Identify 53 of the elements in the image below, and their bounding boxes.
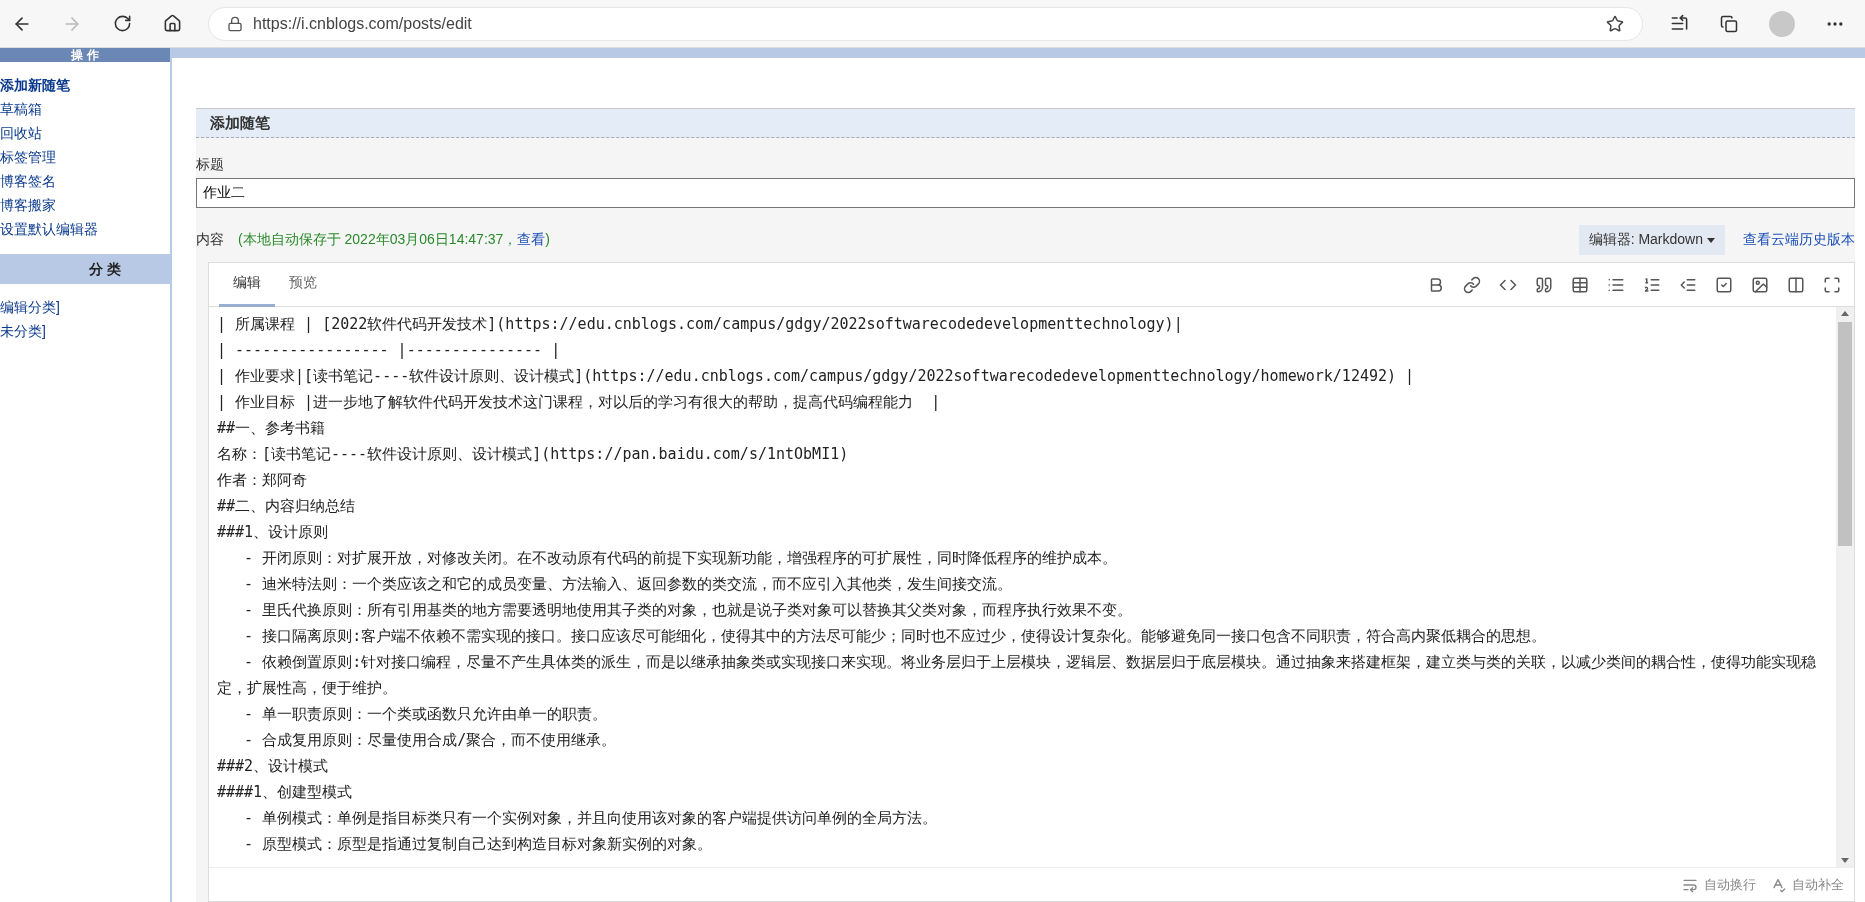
url-text: https://i.cnblogs.com/posts/edit (253, 14, 473, 33)
editor-line: ###1、设计原则 (217, 522, 330, 543)
content-label: 内容 (196, 231, 224, 249)
editor-line: | 作业要求|[读书笔记----软件设计原则、设计模式](https://edu.cnblogs.com/campus/gdgy/2022softwarecodedevelopmenttechnology/homework/12492) | (217, 366, 1416, 387)
editor-line: - 依赖倒置原则:针对接口编程，尽量不产生具体类的派生，而是以继承抽象类或实现接口来实现。将业务层归于上层模块，逻辑层、数据层归于底层模块。通过抽象来搭建框架，建立类与类的关联，以减少类间的耦合性，使得功能实现稳定，扩展性高，便于维护。 (217, 652, 1818, 699)
editor-line: ##一、参考书籍 (217, 418, 327, 439)
editor-line: - 合成复用原则：尽量使用合成/聚合，而不使用继承。 (243, 730, 618, 751)
editor-line: ###2、设计模式 (217, 756, 330, 777)
sidebar-link[interactable]: 标签管理 (0, 146, 170, 168)
editor-line: - 里氏代换原则：所有引用基类的地方需要透明地使用其子类的对象，也就是说子类对象可以替换其父类对象，而程序执行效果不变。 (243, 600, 1134, 621)
sidebar-link[interactable]: 回收站 (0, 122, 170, 144)
sidebar-link[interactable]: 博客签名 (0, 170, 170, 192)
title-label: 标题 (196, 155, 225, 174)
editor-line: | ----------------- |--------------- | (217, 340, 562, 361)
editor-line: - 原型模式：原型是指通过复制自己达到构造目标对象新实例的对象。 (243, 834, 714, 855)
category-link[interactable]: 未分类] (0, 320, 170, 342)
scrollbar[interactable] (1836, 307, 1854, 867)
editor-line: 名称：[读书笔记----软件设计原则、设计模式](https://pan.baidu.com/s/1ntObMI1) (217, 444, 850, 465)
editor-tab[interactable]: 编辑 (219, 262, 275, 307)
refresh-icon[interactable] (112, 14, 132, 33)
add-favorite-icon[interactable] (1606, 14, 1624, 33)
sidebar-link[interactable]: 添加新随笔 (0, 74, 170, 96)
title-field[interactable]: 作业二 (196, 178, 1855, 208)
sidebar-header: 操 作 (0, 48, 170, 62)
autocomplete-icon (1770, 876, 1786, 893)
view-link[interactable]: 查看 (517, 231, 546, 247)
favorites-icon[interactable] (1669, 14, 1689, 33)
lock-icon (227, 15, 243, 32)
category-link[interactable]: 编辑分类] (0, 296, 170, 318)
editor-line: ##二、内容归纳总结 (217, 496, 357, 517)
status-toggle[interactable]: 自动补全 (1770, 875, 1844, 894)
editor-line: 作者：郑阿奇 (217, 470, 308, 491)
section-heading: 添加随笔 (196, 108, 1855, 138)
editor-line: - 单一职责原则：一个类或函数只允许由单一的职责。 (243, 704, 609, 725)
editor-line: - 单例模式：单例是指目标类只有一个实例对象，并且向使用该对象的客户端提供访问单例的全局方法。 (243, 808, 939, 829)
sidebar-link[interactable]: 草稿箱 (0, 98, 170, 120)
category-header: 分 类 (0, 254, 170, 284)
history-link[interactable]: 查看云端历史版本 (1743, 231, 1855, 249)
editor-line: ####1、创建型模式 (217, 782, 354, 803)
collections-icon[interactable] (1720, 14, 1738, 33)
address-bar[interactable]: https://i.cnblogs.com/posts/edit (208, 6, 1643, 41)
autosave-note: (本地自动保存于 2022年03月06日14:47:37，查看) (237, 231, 551, 249)
status-toggle[interactable]: 自动换行 (1682, 875, 1756, 894)
editor-line: - 迪米特法则：一个类应该之和它的成员变量、方法输入、返回参数的类交流，而不应引入其他类，发生间接交流。 (243, 574, 1014, 595)
editor-line: - 接口隔离原则:客户端不依赖不需实现的接口。接口应该尽可能细化，使得其中的方法尽可能少；同时也不应过少，使得设计复杂化。能够避免同一接口包含不同职责，符合高内聚低耦合的思想。 (243, 626, 1548, 647)
editor-line: | 所属课程 | [2022软件代码开发技术](https://edu.cnblogs.com/campus/gdgy/2022softwarecodedevelopmenttechnology)| (217, 314, 1184, 335)
editor-tab[interactable]: 预览 (275, 262, 331, 307)
editor-line: | 作业目标 |进一步地了解软件代码开发技术这门课程，对以后的学习有很大的帮助，提高代码编程能力 | (217, 392, 942, 413)
sidebar-link[interactable]: 博客搬家 (0, 194, 170, 216)
sidebar-link[interactable]: 设置默认编辑器 (0, 218, 170, 240)
home-icon[interactable] (162, 14, 182, 33)
editor-select[interactable]: 编辑器: Markdown (1578, 225, 1725, 255)
editor-line: - 开闭原则：对扩展开放，对修改关闭。在不改动原有代码的前提下实现新功能，增强程序的可扩展性，同时降低程序的维护成本。 (243, 548, 1119, 569)
